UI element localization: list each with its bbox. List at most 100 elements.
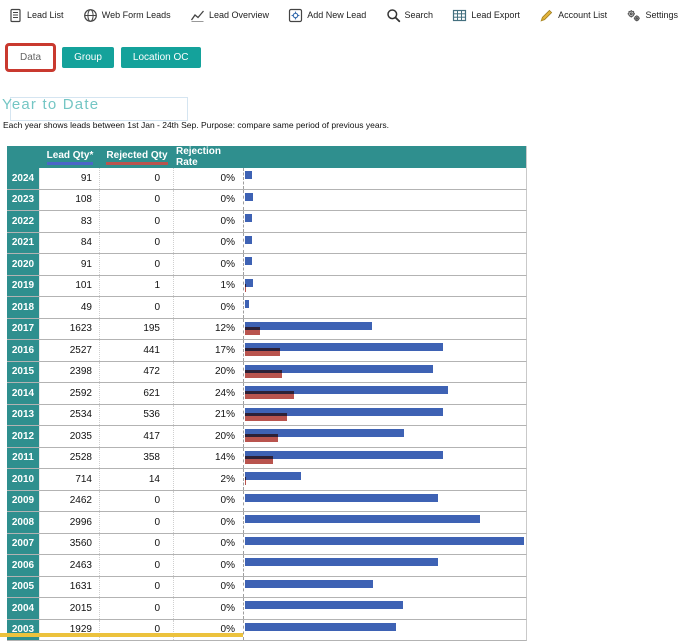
rejection-rate-cell: 0%: [174, 254, 244, 275]
lead-qty-bar: [245, 472, 301, 480]
bar-chart-cell: [244, 426, 526, 447]
rejection-rate-cell: 20%: [174, 426, 244, 447]
lead-qty-bar: [245, 515, 480, 523]
year-cell: 2013: [7, 405, 40, 426]
rejection-rate-cell: 0%: [174, 190, 244, 211]
year-cell: 2010: [7, 469, 40, 490]
rejected-qty-cell: 358: [100, 448, 174, 469]
toolbar-item-lead-overview[interactable]: Lead Overview: [190, 8, 269, 23]
tab-data[interactable]: Data: [16, 51, 45, 64]
rejected-qty-cell: 0: [100, 577, 174, 598]
lead-qty-bar: [245, 193, 253, 201]
table-row: 20184900%: [7, 297, 527, 319]
tab-group[interactable]: Group: [62, 47, 114, 68]
rejection-rate-cell: 0%: [174, 168, 244, 189]
toolbar-item-label: Settings: [645, 10, 678, 20]
gears-icon: [626, 8, 641, 23]
bar-chart-cell: [244, 448, 526, 469]
tab-location-oc[interactable]: Location OC: [121, 47, 201, 68]
globe-icon: [83, 8, 98, 23]
toolbar-item-lead-export[interactable]: Lead Export: [452, 8, 520, 23]
year-cell: 2023: [7, 190, 40, 211]
toolbar-item-label: Lead Export: [471, 10, 520, 20]
rejection-rate-cell: 0%: [174, 233, 244, 254]
col-header-rejection-rate[interactable]: Rejection Rate: [174, 146, 244, 168]
toolbar-item-label: Search: [405, 10, 434, 20]
year-cell: 2006: [7, 555, 40, 576]
rejection-rate-cell: 24%: [174, 383, 244, 404]
rejected-qty-cell: 417: [100, 426, 174, 447]
lead-qty-cell: 2592: [40, 383, 100, 404]
pencil-icon: [539, 8, 554, 23]
toolbar-item-web-form-leads[interactable]: Web Form Leads: [83, 8, 171, 23]
rejection-rate-cell: 12%: [174, 319, 244, 340]
year-cell: 2012: [7, 426, 40, 447]
toolbar-item-lead-list[interactable]: Lead List: [8, 8, 64, 23]
year-cell: 2007: [7, 534, 40, 555]
rejection-rate-cell: 0%: [174, 211, 244, 232]
rejected-qty-bar: [245, 477, 246, 485]
toolbar-item-add-new-lead[interactable]: Add New Lead: [288, 8, 366, 23]
table-row: 201910111%: [7, 276, 527, 298]
lead-qty-cell: 714: [40, 469, 100, 490]
year-cell: 2008: [7, 512, 40, 533]
lead-qty-bar: [245, 537, 524, 545]
lead-qty-cell: 2463: [40, 555, 100, 576]
bar-chart-cell: [244, 254, 526, 275]
toolbar-item-account-list[interactable]: Account List: [539, 8, 607, 23]
table-row: 2003192900%: [7, 620, 527, 641]
rejected-qty-cell: 195: [100, 319, 174, 340]
bar-chart-cell: [244, 276, 526, 297]
page-subtitle: Each year shows leads between 1st Jan - …: [3, 120, 389, 130]
table-row: 2007356000%: [7, 534, 527, 556]
year-cell: 2009: [7, 491, 40, 512]
rejection-rate-cell: 17%: [174, 340, 244, 361]
table-row: 2013253453621%: [7, 405, 527, 427]
bar-chart-cell: [244, 577, 526, 598]
col-header-lead-qty[interactable]: Lead Qty*: [40, 150, 100, 165]
lead-qty-bar: [245, 451, 443, 459]
bar-chart-cell: [244, 233, 526, 254]
lead-qty-cell: 1631: [40, 577, 100, 598]
top-toolbar: Lead List Web Form Leads Lead Overview: [0, 0, 688, 30]
lead-qty-cell: 83: [40, 211, 100, 232]
rejection-rate-cell: 21%: [174, 405, 244, 426]
rejected-qty-cell: 536: [100, 405, 174, 426]
year-cell: 2011: [7, 448, 40, 469]
lead-qty-bar: [245, 214, 252, 222]
lead-qty-bar: [245, 257, 252, 265]
table-row: 2015239847220%: [7, 362, 527, 384]
table-row: 2006246300%: [7, 555, 527, 577]
lead-qty-cell: 2398: [40, 362, 100, 383]
table-row: 2009246200%: [7, 491, 527, 513]
rejected-qty-bar: [245, 370, 282, 378]
table-row: 20228300%: [7, 211, 527, 233]
lead-qty-cell: 2462: [40, 491, 100, 512]
toolbar-item-search[interactable]: Search: [386, 8, 434, 23]
year-cell: 2018: [7, 297, 40, 318]
toolbar-item-label: Add New Lead: [307, 10, 366, 20]
lead-qty-cell: 49: [40, 297, 100, 318]
toolbar-item-settings[interactable]: Settings: [626, 8, 678, 23]
rejected-qty-cell: 0: [100, 211, 174, 232]
rejected-qty-cell: 0: [100, 491, 174, 512]
table-row: 2011252835814%: [7, 448, 527, 470]
col-header-rejected-qty[interactable]: Rejected Qty: [100, 150, 174, 165]
search-icon: [386, 8, 401, 23]
rejected-qty-cell: 14: [100, 469, 174, 490]
table-row: 2016252744117%: [7, 340, 527, 362]
year-cell: 2016: [7, 340, 40, 361]
lead-qty-bar: [245, 322, 372, 330]
lead-qty-bar: [245, 236, 252, 244]
lead-qty-cell: 101: [40, 276, 100, 297]
table-row: 20209100%: [7, 254, 527, 276]
rejected-qty-legend-underline: Rejected Qty: [106, 150, 167, 165]
lead-qty-cell: 3560: [40, 534, 100, 555]
rejected-qty-bar: [245, 434, 278, 442]
bar-chart-cell: [244, 211, 526, 232]
lead-qty-bar: [245, 171, 252, 179]
page-title: Year to Date: [2, 96, 99, 113]
lead-qty-cell: 108: [40, 190, 100, 211]
page-gear-icon: [288, 8, 303, 23]
rejection-rate-cell: 0%: [174, 555, 244, 576]
